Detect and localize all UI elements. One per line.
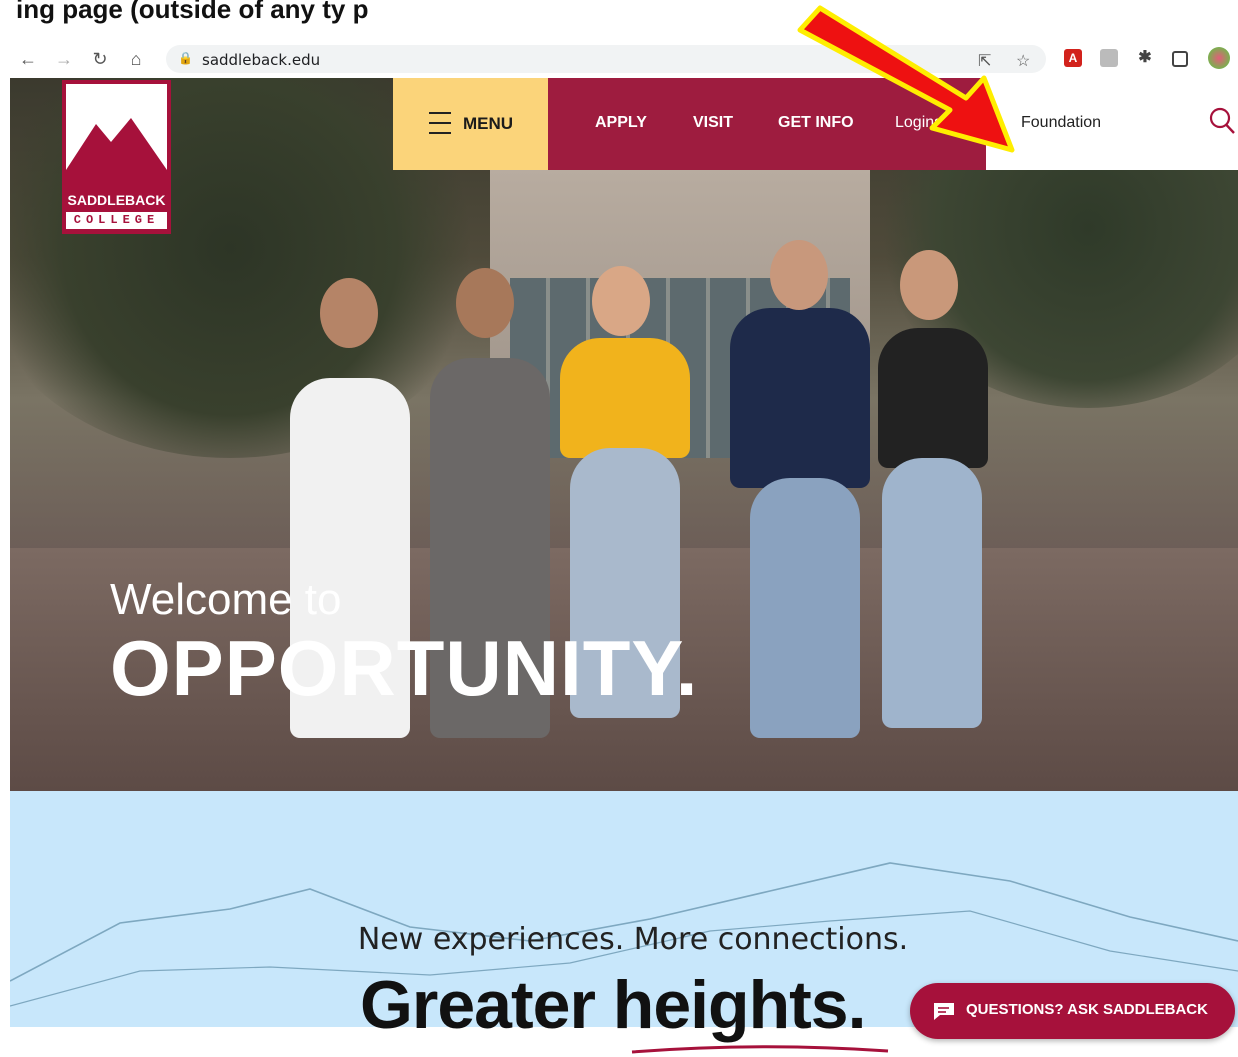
hero-photo-student-head: [320, 278, 378, 348]
tagline-text: New experiences. More connections.: [357, 922, 909, 957]
hero-banner: Welcome to OPPORTUNITY.: [10, 78, 1238, 791]
home-icon[interactable]: ⌂: [124, 47, 148, 71]
hero-photo-student: [882, 458, 982, 728]
section-tagline: New experiences. More connections.: [0, 922, 1238, 957]
nav-link-apply[interactable]: APPLY: [595, 114, 647, 132]
extension-icon[interactable]: [1100, 49, 1118, 67]
search-icon[interactable]: [1208, 106, 1236, 136]
logo-sub: COLLEGE: [66, 212, 167, 229]
url-text: saddleback.edu: [202, 51, 321, 69]
mountain-icon: [66, 118, 167, 170]
top-caption-text: ing page (outside of any ty p: [16, 0, 369, 24]
ask-saddleback-chat-button[interactable]: QUESTIONS? ASK SADDLEBACK: [910, 983, 1235, 1039]
profile-icon[interactable]: [1208, 47, 1230, 69]
hero-photo-student-head: [900, 250, 958, 320]
section-headline: Greater heights.: [360, 967, 866, 1043]
hero-photo-student: [878, 328, 988, 468]
puzzle-icon[interactable]: ✱: [1136, 49, 1154, 67]
headline-underline: [631, 1045, 889, 1054]
hero-photo-student-head: [770, 240, 828, 310]
reload-icon[interactable]: ↻: [88, 47, 112, 71]
menu-label: MENU: [463, 114, 514, 133]
hero-photo-student: [730, 308, 870, 488]
hero-photo-student: [750, 478, 860, 738]
saddleback-logo[interactable]: SADDLEBACK COLLEGE: [62, 80, 171, 234]
chat-button-label: QUESTIONS? ASK SADDLEBACK: [966, 1001, 1208, 1018]
hero-line-2: OPPORTUNITY.: [110, 624, 699, 712]
hero-photo-student-head: [592, 266, 650, 336]
lock-icon: 🔒: [178, 51, 193, 65]
forward-icon[interactable]: →: [52, 47, 76, 71]
hero-heading: Welcome to OPPORTUNITY.: [110, 574, 698, 710]
hamburger-icon: [429, 112, 451, 142]
pdf-extension-icon[interactable]: A: [1064, 49, 1082, 67]
browser-toolbar: ← → ↻ ⌂ 🔒 saddleback.edu ⇱ ☆ A ✱: [0, 40, 1238, 78]
chat-icon: [934, 1003, 954, 1020]
hero-line-1: Welcome to: [110, 575, 342, 624]
hero-photo-student-head: [456, 268, 514, 338]
menu-button[interactable]: MENU: [393, 78, 548, 170]
nav-link-visit[interactable]: VISIT: [693, 114, 733, 132]
logo-mountain-panel: [66, 84, 167, 170]
back-icon[interactable]: ←: [16, 47, 40, 71]
annotation-arrow-icon: [797, 5, 1015, 153]
logo-name: SADDLEBACK: [67, 192, 166, 208]
top-caption-strip: ing page (outside of any ty p: [0, 0, 1238, 40]
hero-photo-student: [560, 338, 690, 458]
side-panel-icon[interactable]: [1172, 51, 1188, 67]
